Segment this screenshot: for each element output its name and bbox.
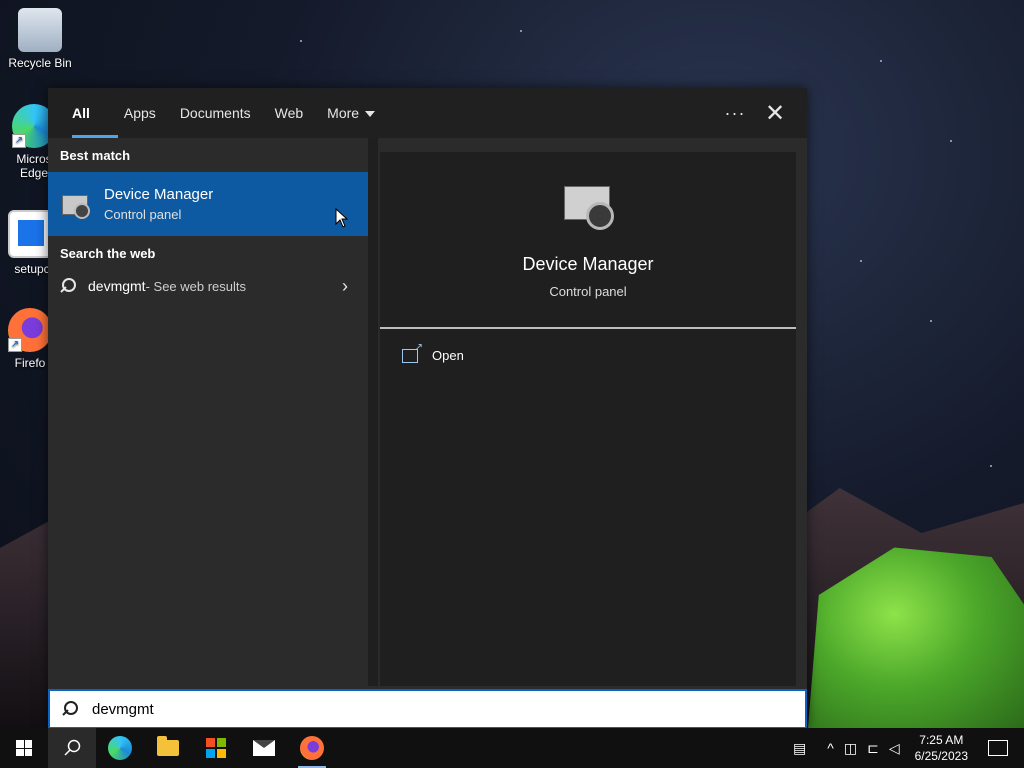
- firefox-taskbar-button[interactable]: [288, 728, 336, 768]
- mail-icon: [253, 740, 275, 756]
- tab-documents[interactable]: Documents: [168, 88, 263, 138]
- mail-taskbar-button[interactable]: [240, 728, 288, 768]
- notification-icon[interactable]: [988, 740, 1008, 756]
- preview-subtitle: Control panel: [549, 284, 627, 299]
- tab-apps[interactable]: Apps: [112, 88, 168, 138]
- tab-more[interactable]: More: [315, 88, 387, 138]
- firefox-icon: ↗: [8, 308, 52, 352]
- clock[interactable]: 7:25 AM 6/25/2023: [915, 732, 968, 764]
- store-icon: [206, 738, 226, 758]
- show-hidden-icons-icon[interactable]: ^: [827, 740, 834, 756]
- tab-web[interactable]: Web: [263, 88, 316, 138]
- open-icon: [402, 342, 423, 363]
- tab-all[interactable]: All: [60, 88, 118, 138]
- search-icon: [64, 739, 81, 756]
- file-explorer-taskbar-button[interactable]: [144, 728, 192, 768]
- recycle-bin-icon: [18, 8, 62, 52]
- device-manager-icon: [60, 189, 90, 219]
- search-icon: [60, 278, 76, 294]
- search-taskbar-button[interactable]: [48, 728, 96, 768]
- best-match-title: Device Manager: [104, 186, 214, 203]
- store-taskbar-button[interactable]: [192, 728, 240, 768]
- more-options-button[interactable]: ···: [715, 88, 755, 138]
- preview-pane: Device Manager Control panel Open: [380, 152, 796, 686]
- search-panel: All Apps Documents Web More ··· ✕ Best m…: [48, 88, 807, 728]
- desktop-icon-recycle-bin[interactable]: Recycle Bin: [0, 8, 80, 70]
- start-button[interactable]: [0, 728, 48, 768]
- firefox-icon: [300, 736, 324, 760]
- meet-now-icon[interactable]: ◫: [844, 740, 857, 757]
- news-widget-icon[interactable]: ▤: [793, 740, 806, 757]
- chevron-right-icon[interactable]: ›: [342, 276, 348, 297]
- search-web-header: Search the web: [60, 246, 156, 261]
- web-see-results: - See web results: [145, 278, 247, 294]
- preview-divider: [380, 327, 796, 329]
- edge-icon: [108, 736, 132, 760]
- close-button[interactable]: ✕: [755, 88, 795, 138]
- best-match-subtitle: Control panel: [104, 207, 182, 222]
- search-tabs: All Apps Documents Web More ··· ✕: [48, 88, 807, 138]
- start-icon: [16, 740, 32, 756]
- device-manager-large-icon: [558, 182, 618, 232]
- file-explorer-icon: [157, 736, 179, 756]
- search-icon: [62, 701, 78, 717]
- caret-down-icon: [365, 111, 376, 118]
- mouse-cursor-icon: [335, 208, 349, 228]
- best-match-header: Best match: [60, 148, 131, 163]
- search-input[interactable]: [90, 699, 805, 719]
- volume-muted-icon[interactable]: ◁: [889, 740, 900, 757]
- results-list: Best match Device Manager Control panel …: [48, 138, 368, 686]
- taskbar: ▤ ^ ◫ ⊏ ◁ 7:25 AM 6/25/2023: [0, 728, 1024, 768]
- search-box[interactable]: [48, 689, 807, 729]
- web-query: devmgmt: [88, 278, 146, 294]
- edge-taskbar-button[interactable]: [96, 728, 144, 768]
- preview-title: Device Manager: [522, 254, 654, 274]
- open-action[interactable]: Open: [402, 342, 464, 363]
- web-result[interactable]: devmgmt - See web results ›: [48, 268, 368, 304]
- network-icon[interactable]: ⊏: [867, 740, 879, 757]
- best-match-result[interactable]: Device Manager Control panel: [48, 172, 368, 236]
